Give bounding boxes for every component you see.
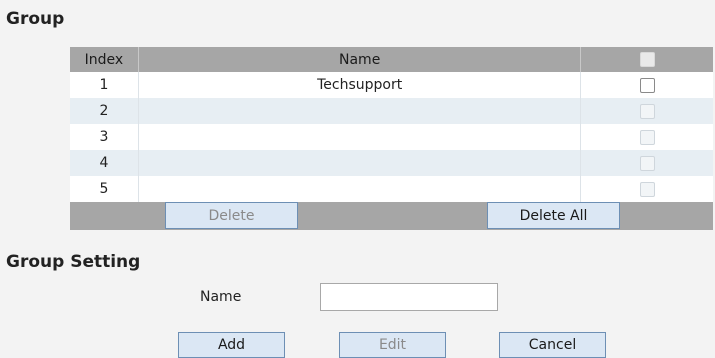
table-row: 2 bbox=[70, 98, 713, 124]
group-section-title: Group bbox=[6, 9, 65, 29]
cancel-button[interactable]: Cancel bbox=[499, 332, 606, 358]
row-checkbox bbox=[639, 129, 655, 145]
row-name bbox=[138, 124, 582, 150]
row-name bbox=[138, 150, 582, 176]
delete-button[interactable]: Delete bbox=[165, 202, 298, 229]
row-checkbox-cell bbox=[580, 72, 713, 98]
group-name-input[interactable] bbox=[320, 283, 498, 311]
row-checkbox-cell bbox=[580, 150, 713, 176]
index-column-header: Index bbox=[70, 47, 139, 72]
edit-button[interactable]: Edit bbox=[339, 332, 446, 358]
row-checkbox bbox=[639, 155, 655, 171]
add-button[interactable]: Add bbox=[178, 332, 285, 358]
row-checkbox bbox=[639, 181, 655, 197]
row-index: 1 bbox=[70, 72, 139, 98]
table-row: 1 Techsupport bbox=[70, 72, 713, 98]
group-setting-title: Group Setting bbox=[6, 252, 141, 272]
table-footer: Delete Delete All bbox=[70, 202, 713, 230]
select-all-cell bbox=[580, 47, 713, 72]
row-checkbox[interactable] bbox=[639, 77, 655, 93]
row-checkbox-cell bbox=[580, 176, 713, 202]
select-all-checkbox[interactable] bbox=[639, 52, 655, 67]
table-header-row: Index Name bbox=[70, 47, 713, 72]
row-index: 2 bbox=[70, 98, 139, 124]
row-index: 5 bbox=[70, 176, 139, 202]
row-name: Techsupport bbox=[138, 72, 582, 98]
row-name bbox=[138, 176, 582, 202]
name-field-label: Name bbox=[200, 289, 242, 305]
row-index: 3 bbox=[70, 124, 139, 150]
table-row: 3 bbox=[70, 124, 713, 150]
name-column-header: Name bbox=[138, 47, 582, 72]
row-index: 4 bbox=[70, 150, 139, 176]
row-checkbox-cell bbox=[580, 124, 713, 150]
table-footer-row: Delete Delete All bbox=[70, 202, 713, 230]
table-row: 5 bbox=[70, 176, 713, 202]
row-checkbox-cell bbox=[580, 98, 713, 124]
table-row: 4 bbox=[70, 150, 713, 176]
row-checkbox bbox=[639, 103, 655, 119]
group-table: Index Name 1 Techsupport 2 3 4 5 Delete … bbox=[70, 47, 713, 230]
row-name bbox=[138, 98, 582, 124]
delete-all-button[interactable]: Delete All bbox=[487, 202, 620, 229]
